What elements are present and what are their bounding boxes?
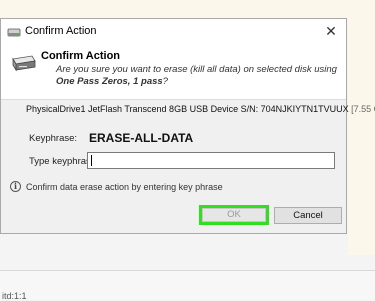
disk-drive-icon [7, 25, 21, 43]
confirm-dialog: Confirm Action ✕ Confirm Action Are you … [0, 18, 375, 234]
parent-window-bottom [0, 271, 375, 300]
close-button[interactable]: ✕ [322, 22, 340, 40]
parent-window-right [348, 0, 375, 255]
ok-button-face [202, 208, 266, 222]
erase-method: One Pass Zeros, 1 pass [56, 76, 163, 87]
device-size: [7.55 GB] [351, 104, 375, 114]
disk-drive-icon [10, 53, 36, 78]
dialog-titlebar[interactable]: Confirm Action ✕ [1, 19, 346, 43]
device-name: PhysicalDrive1 JetFlash Transcend 8GB US… [26, 104, 349, 114]
info-icon: i [10, 181, 21, 192]
dialog-header: Confirm Action Are you sure you want to … [1, 43, 346, 100]
header-title: Confirm Action [41, 50, 121, 62]
ok-button[interactable]: OK [199, 205, 269, 225]
keyphrase-label: Keyphrase: [29, 133, 78, 144]
cancel-button[interactable]: Cancel [274, 207, 342, 224]
type-keyphrase-input[interactable] [87, 152, 335, 169]
header-description: Are you sure you want to erase (kill all… [56, 64, 337, 75]
dialog-title: Confirm Action [25, 25, 97, 37]
device-line: PhysicalDrive1 JetFlash Transcend 8GB US… [26, 104, 375, 114]
keyphrase-value: ERASE-ALL-DATA [89, 131, 194, 145]
text-caret [91, 155, 92, 166]
info-text: Confirm data erase action by entering ke… [26, 182, 223, 192]
parent-window-top [0, 0, 375, 18]
header-description-end: ? [162, 76, 168, 87]
header-description-method: One Pass Zeros, 1 pass? [56, 76, 168, 87]
